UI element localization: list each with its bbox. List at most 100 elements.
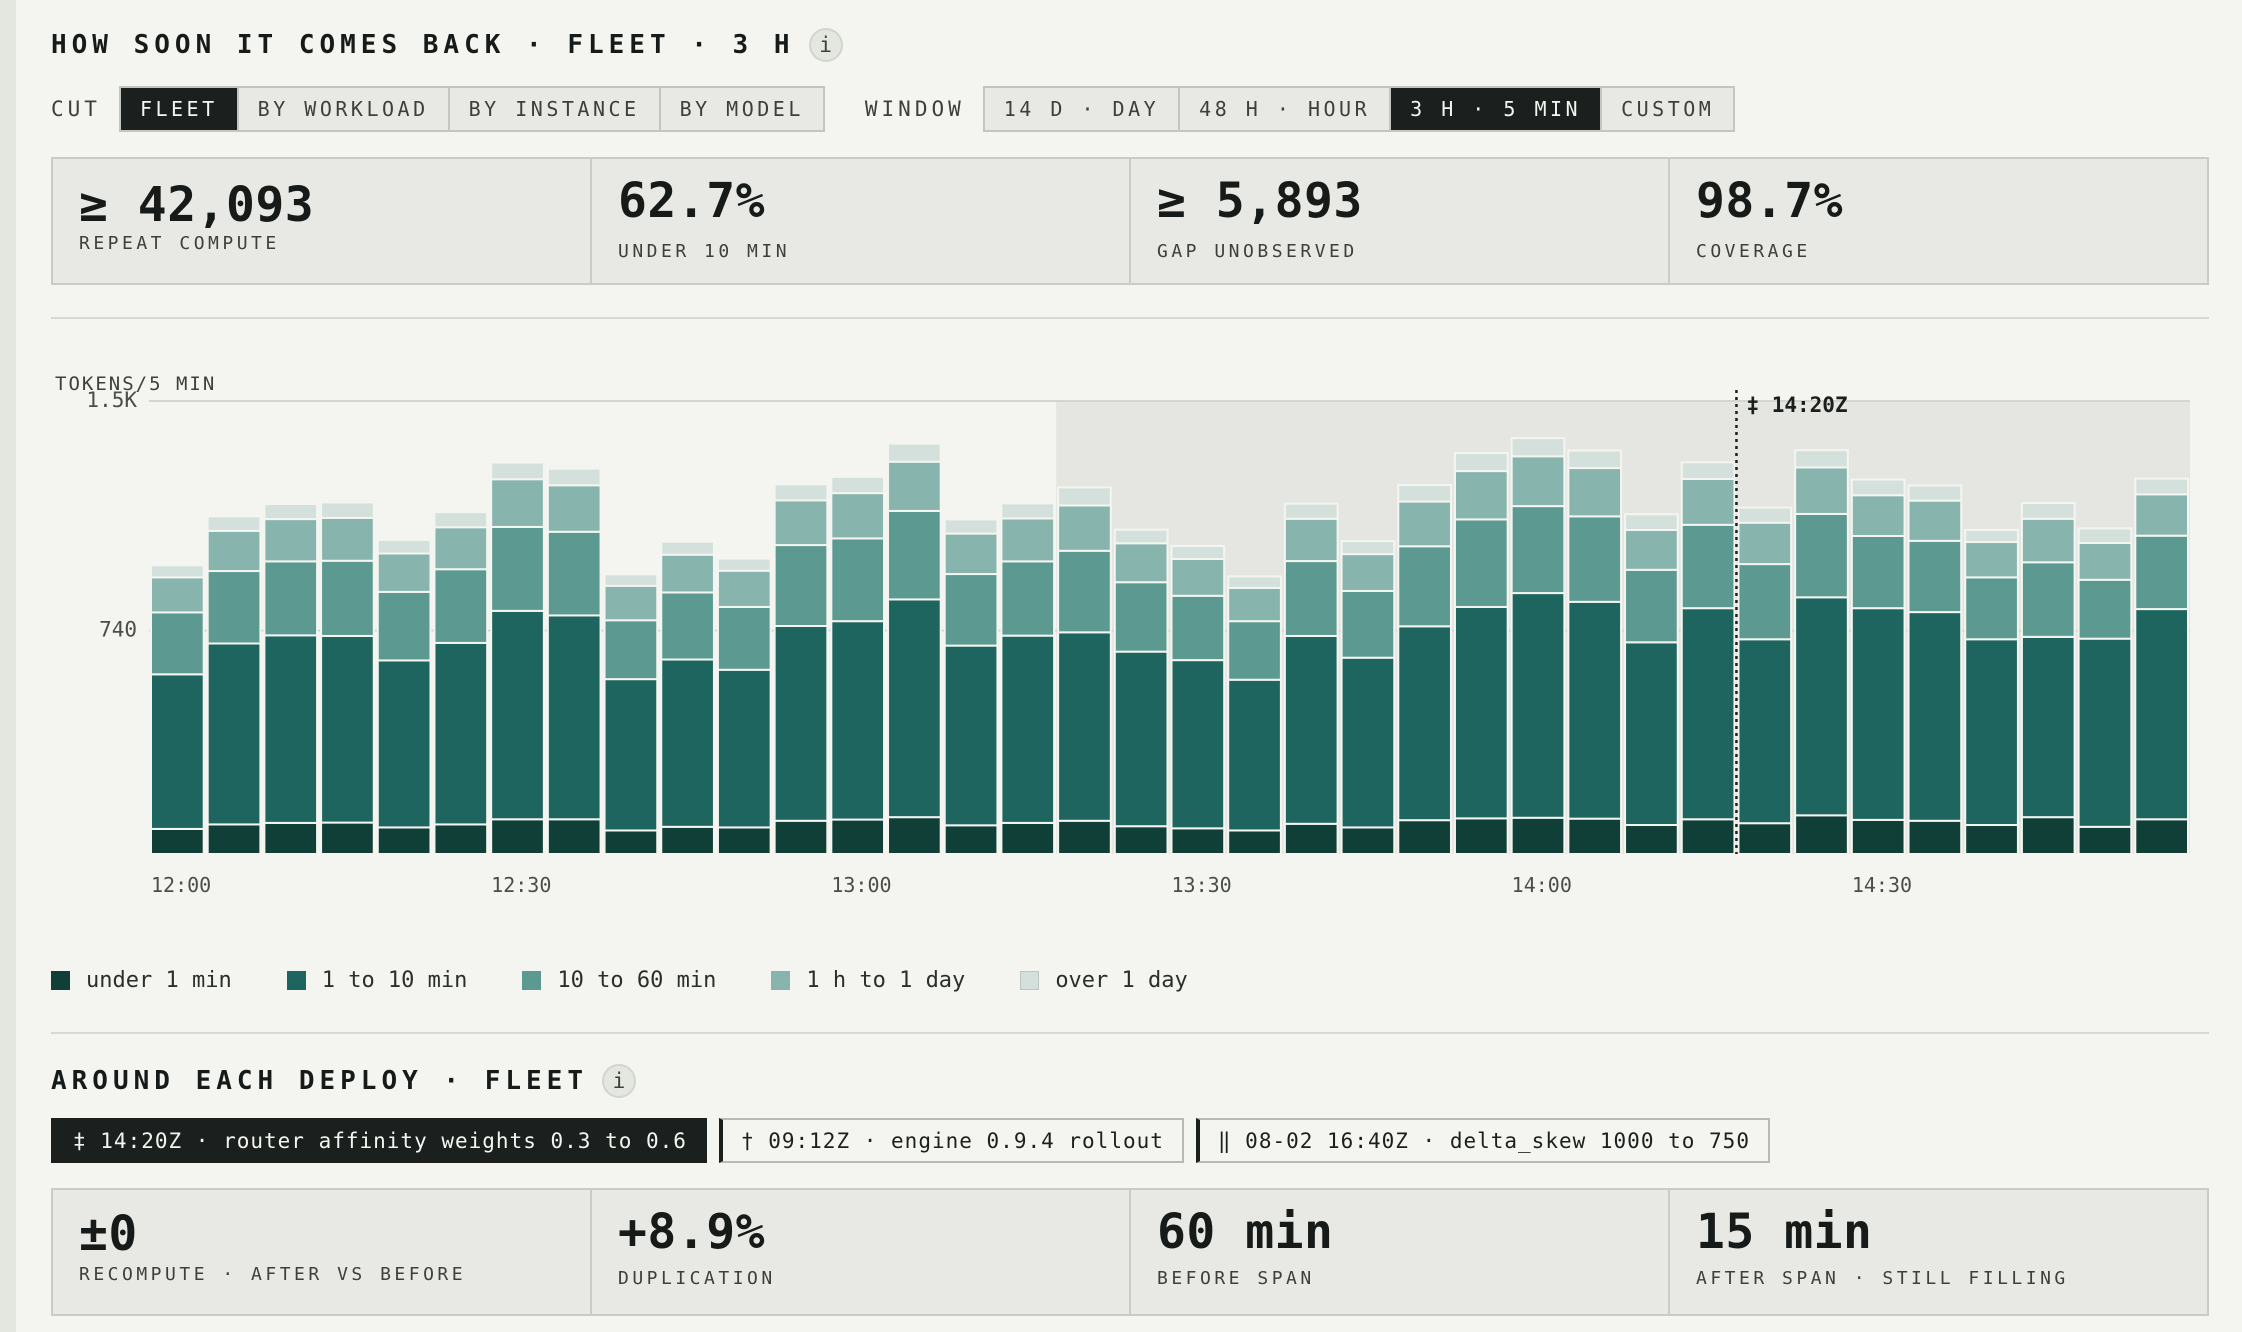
x-tick-label: 14:00 [1512,873,1572,897]
window-option-custom[interactable]: CUSTOM [1600,88,1734,130]
bar-segment [1907,499,1963,542]
bar-segment [603,829,659,855]
cut-selector: FLEET BY WORKLOAD BY INSTANCE BY MODEL [118,86,825,132]
bar-segment [2134,477,2190,496]
bar-segment [2077,541,2133,581]
bar-segment [2077,637,2133,828]
bar-segment [1453,451,1509,473]
bar-segment [1567,817,1623,855]
deploy-chip-router-affinity[interactable]: ‡ 14:20Z · router affinity weights 0.3 t… [51,1118,707,1163]
cut-option-by-instance[interactable]: BY INSTANCE [447,88,659,130]
controls-bar: CUT FLEET BY WORKLOAD BY INSTANCE BY MOD… [51,85,1736,133]
bar-segment [1000,502,1056,520]
bar-segment [603,584,659,622]
bar-segment [1794,449,1849,469]
bar-segment [1567,515,1623,603]
bar-segment [1283,502,1339,520]
stat-value: 62.7% [618,173,765,229]
bar-segment [1057,631,1112,822]
bar-segment [433,568,489,644]
window-option-3h[interactable]: 3 H · 5 MIN [1389,88,1601,130]
bar-segment [716,605,772,671]
bar-segment [1340,826,1396,856]
bar-segment [2077,578,2133,640]
legend-swatch [771,971,791,990]
divider [51,317,2209,319]
bar-segment [1170,594,1226,662]
bar-segment [1227,586,1282,623]
bar-segment [263,634,319,824]
bar-segment [1000,634,1056,824]
bar-segment [206,642,262,826]
bar-segment [943,824,999,855]
bar-segment [830,492,886,540]
bar-segment [1964,824,2019,855]
bar-segment [1794,814,1849,855]
stat-label: DUPLICATION [618,1268,776,1289]
stat-value: ≥ 42,093 [79,177,315,233]
cut-option-fleet[interactable]: FLEET [120,88,237,130]
bar-segment [2020,816,2076,856]
bar-segment [1227,575,1282,589]
bar-segment [1680,477,1736,526]
bar-segment [1453,518,1509,608]
bar-segment [1283,634,1339,825]
bar-segment [546,530,602,617]
x-tick-label: 12:00 [151,873,211,897]
bar-segment [716,826,772,856]
legend-label: 10 to 60 min [557,968,717,993]
bar-segment [1057,819,1112,855]
bar-segment [2077,825,2133,856]
info-icon[interactable]: i [602,1064,636,1098]
stat-value: 15 min [1696,1204,1873,1260]
window-option-48h[interactable]: 48 H · HOUR [1178,88,1390,130]
info-icon[interactable]: i [808,28,843,62]
bar-segment [1113,650,1169,828]
shaded-region [1056,401,2190,854]
bar-segment [603,619,659,681]
deploy-chip-engine-rollout[interactable]: † 09:12Z · engine 0.9.4 rollout [718,1118,1184,1163]
left-rail [0,0,16,1332]
bar-segment [1113,825,1169,856]
bar-segment [206,823,262,855]
bar-segment [1227,678,1282,832]
legend-label: 1 h to 1 day [806,968,966,993]
bar-segment [887,598,942,819]
x-tick-label: 13:30 [1172,873,1232,897]
bar-segment [887,509,942,601]
stat-duplication: +8.9% DUPLICATION [590,1190,1129,1314]
stacked-bar-chart: 7401.5KTOKENS/5 MIN12:00 12:30 13:00 13:30 1… [55,373,2190,897]
stat-label: REPEAT COMPUTE [79,233,280,254]
bar-segment [1000,821,1056,856]
bar-segment [1680,607,1736,821]
bar-segment [2134,534,2190,611]
bar-segment [830,537,886,623]
bar-segment [376,538,432,555]
window-option-14d[interactable]: 14 D · DAY [984,88,1179,130]
window-selector: 14 D · DAY 48 H · HOUR 3 H · 5 MIN CUSTO… [982,86,1736,132]
bar-segment [1057,486,1112,507]
bar-segment [887,816,942,856]
bar-segment [1510,505,1566,595]
bar-segment [943,532,999,576]
cut-option-by-workload[interactable]: BY WORKLOAD [236,88,448,130]
bar-segment [1624,824,1679,855]
bar-segment [320,634,375,824]
legend-item: 10 to 60 min [522,968,716,993]
bar-segment [433,526,489,571]
bar-segment [1624,528,1679,571]
deploy-chip-delta-skew[interactable]: ‖ 08-02 16:40Z · delta_skew 1000 to 750 [1195,1118,1770,1163]
bar-segment [376,826,432,856]
bar-segment [1680,523,1736,610]
bar-segment [1850,534,1906,610]
bar-segment [1964,638,2019,827]
page-title: HOW SOON IT COMES BACK · FLEET · 3 H i [51,28,843,62]
bar-segment [1340,553,1396,592]
bar-segment [150,564,205,579]
y-tick-label: 740 [99,618,137,642]
bar-segment [1283,517,1339,563]
stat-label: COVERAGE [1696,241,1811,262]
cut-option-by-model[interactable]: BY MODEL [658,88,823,130]
bar-segment [1907,539,1963,614]
x-tick-label: 14:30 [1852,873,1912,897]
